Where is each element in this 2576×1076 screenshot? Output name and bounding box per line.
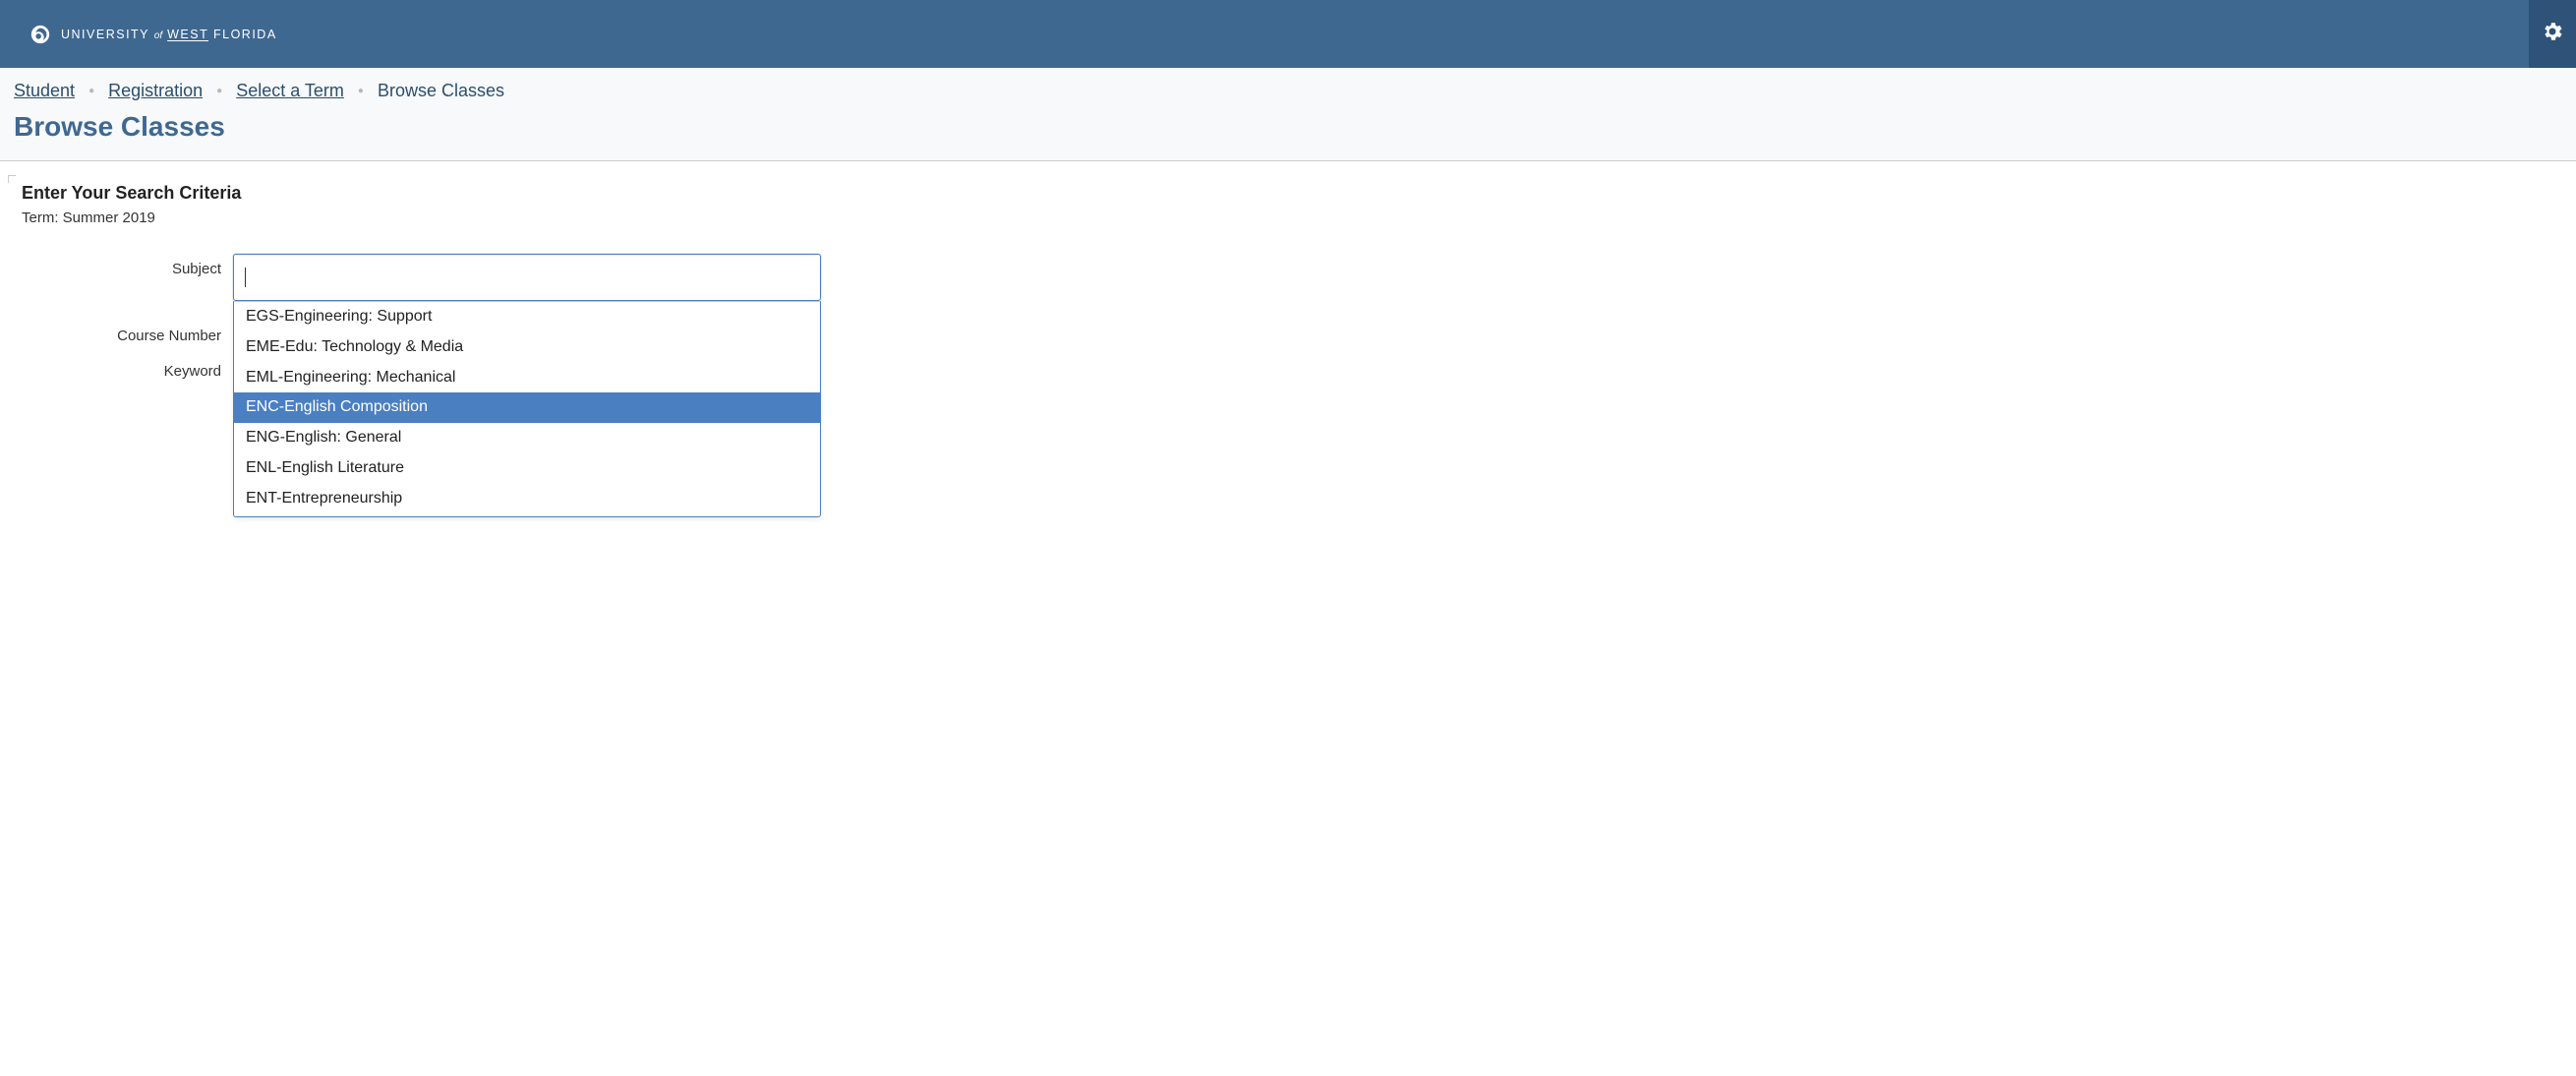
- keyword-label: Keyword: [22, 356, 233, 380]
- dropdown-option[interactable]: ENG-English: General: [234, 423, 820, 453]
- subject-dropdown: EGS-Engineering: SupportEME-Edu: Technol…: [233, 301, 821, 517]
- page-title: Browse Classes: [14, 111, 2562, 143]
- subject-label: Subject: [22, 254, 233, 277]
- dropdown-option[interactable]: EME-Edu: Technology & Media: [234, 332, 820, 363]
- breadcrumb-separator: ●: [88, 86, 94, 96]
- dropdown-option[interactable]: ENL-English Literature: [234, 453, 820, 484]
- text-cursor: [245, 268, 246, 287]
- breadcrumb-select-term[interactable]: Select a Term: [236, 81, 344, 101]
- gear-icon: [2541, 20, 2564, 48]
- nautilus-icon: [29, 24, 51, 45]
- logo[interactable]: UNIVERSITY of WEST FLORIDA: [29, 24, 277, 45]
- content-area: Enter Your Search Criteria Term: Summer …: [0, 161, 2576, 409]
- term-label: Term: Summer 2019: [22, 209, 2566, 226]
- breadcrumb-separator: ●: [216, 86, 222, 96]
- dropdown-option[interactable]: ENT-Entrepreneurship: [234, 484, 820, 514]
- dropdown-option[interactable]: EML-Engineering: Mechanical: [234, 363, 820, 393]
- sub-header: Student ● Registration ● Select a Term ●…: [0, 68, 2576, 161]
- breadcrumb-current: Browse Classes: [378, 81, 504, 101]
- subject-row: Subject EGS-Engineering: SupportEME-Edu:…: [22, 254, 2566, 301]
- app-header: UNIVERSITY of WEST FLORIDA: [0, 0, 2576, 68]
- corner-decoration: [8, 175, 16, 183]
- dropdown-option[interactable]: EGS-Engineering: Support: [234, 302, 820, 332]
- breadcrumb-separator: ●: [358, 86, 364, 96]
- course-number-label: Course Number: [22, 321, 233, 344]
- section-title: Enter Your Search Criteria: [22, 183, 2566, 204]
- logo-text: UNIVERSITY of WEST FLORIDA: [61, 28, 277, 41]
- subject-combo: EGS-Engineering: SupportEME-Edu: Technol…: [233, 254, 821, 301]
- breadcrumb-student[interactable]: Student: [14, 81, 75, 101]
- dropdown-option[interactable]: ENC-English Composition: [234, 392, 820, 423]
- subject-input[interactable]: [233, 254, 821, 301]
- breadcrumb-registration[interactable]: Registration: [108, 81, 203, 101]
- settings-button[interactable]: [2529, 0, 2576, 68]
- breadcrumb: Student ● Registration ● Select a Term ●…: [14, 81, 2562, 101]
- dropdown-option[interactable]: ESC-Earth Science: [234, 514, 820, 517]
